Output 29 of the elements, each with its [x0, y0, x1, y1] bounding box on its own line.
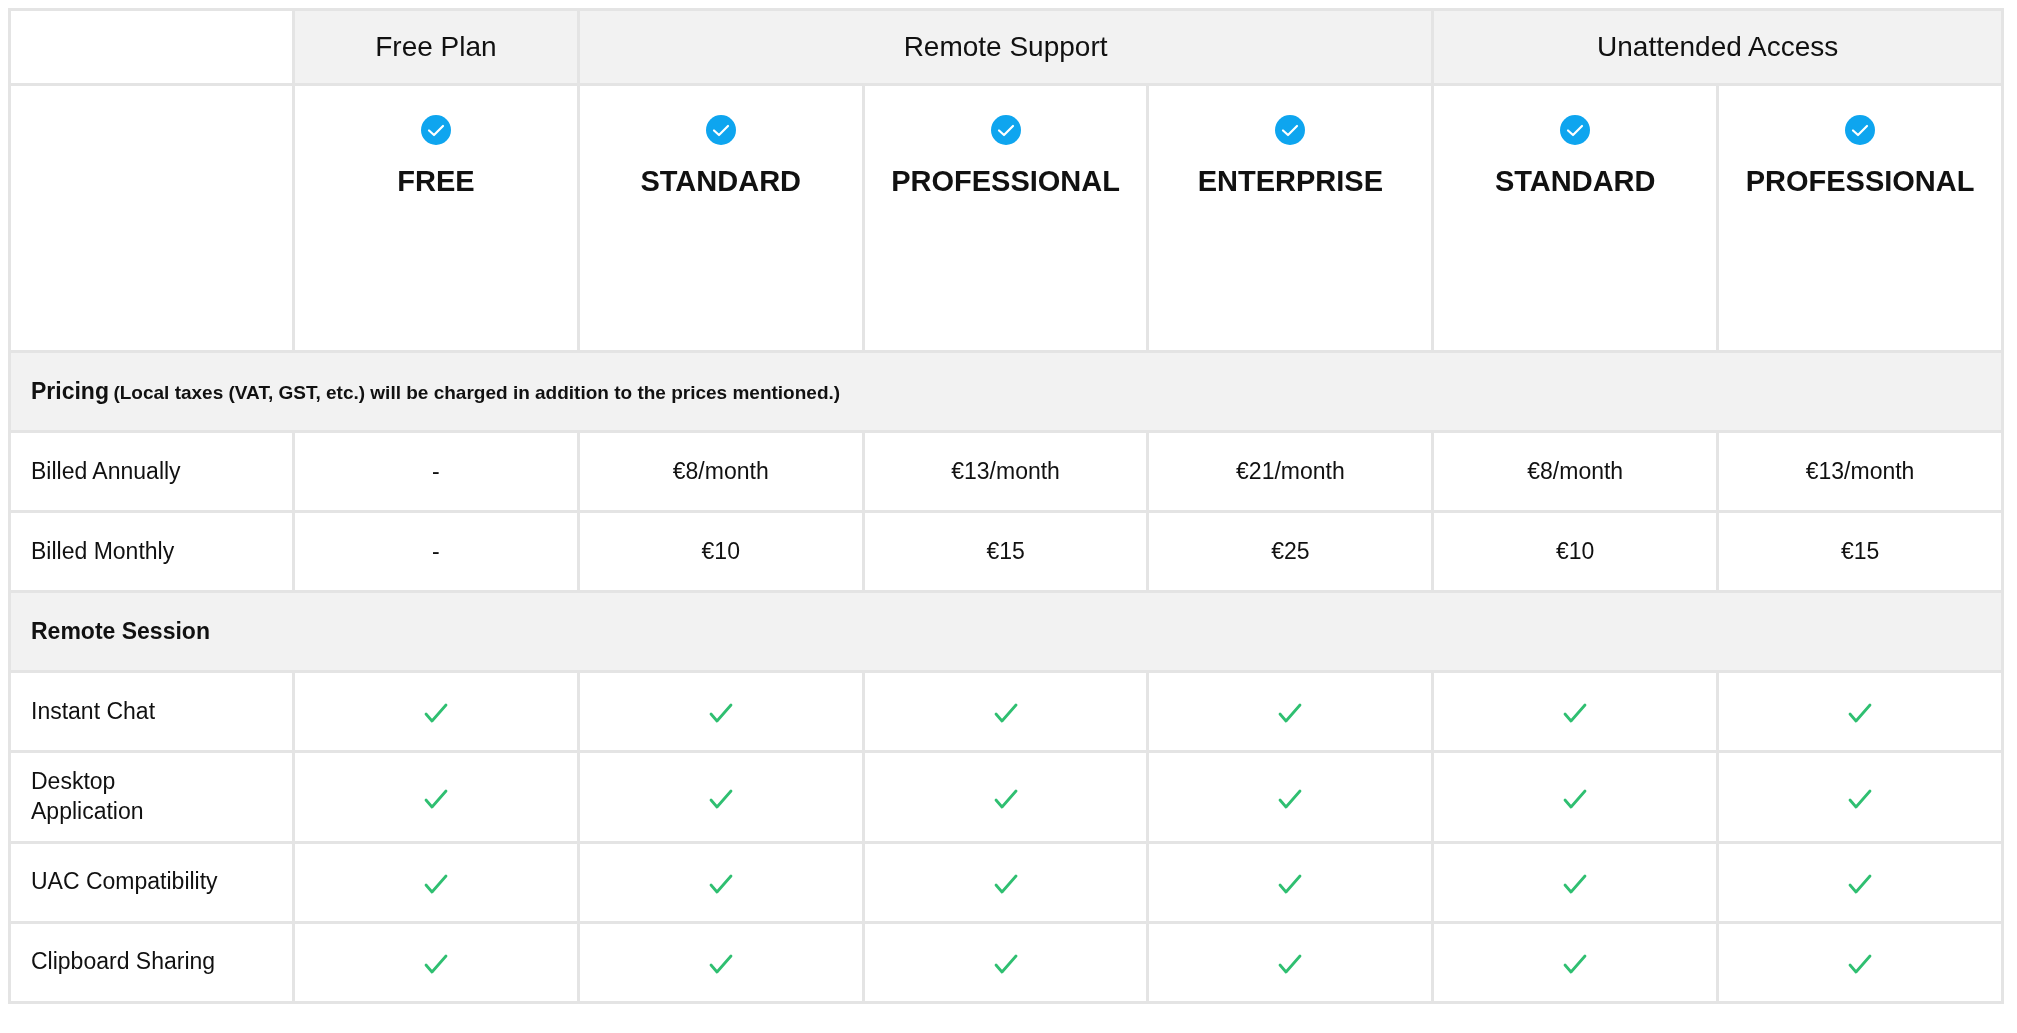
- section-note: (Local taxes (VAT, GST, etc.) will be charged in addition to the prices mentioned.): [113, 382, 841, 404]
- check-circle-icon: [1274, 114, 1307, 146]
- plan-name: STANDARD: [640, 164, 801, 199]
- check-circle-icon: [989, 114, 1022, 146]
- check-circle-icon: [1844, 114, 1877, 146]
- plan-name: STANDARD: [1494, 164, 1656, 199]
- plan-group-header: Remote Support: [578, 9, 1433, 85]
- price-cell: -: [293, 431, 579, 512]
- plan-group-header: Unattended Access: [1432, 9, 2003, 85]
- feature-label: Clipboard Sharing: [9, 922, 294, 1003]
- price-cell: €8/month: [1432, 431, 1718, 512]
- price-cell: €13/month: [863, 431, 1148, 512]
- feature-label: UAC Compatibility: [9, 842, 294, 923]
- feature-label: Billed Annually: [9, 431, 294, 512]
- plan-group-header: Free Plan: [293, 9, 579, 85]
- price-cell: €8/month: [578, 431, 864, 512]
- feature-label: Instant Chat: [9, 671, 294, 752]
- check-circle-icon: [704, 114, 737, 146]
- section-title: Remote Session: [31, 618, 210, 645]
- section-title: Pricing: [31, 378, 109, 405]
- plan-name: PROFESSIONAL: [1745, 164, 1975, 199]
- check-circle-icon: [1559, 114, 1592, 146]
- price-cell: €13/month: [1717, 431, 2003, 512]
- plan-name: ENTERPRISE: [1197, 164, 1384, 199]
- plan-name: PROFESSIONAL: [891, 164, 1120, 199]
- check-circle-icon: [419, 114, 452, 146]
- plan-name: FREE: [397, 164, 475, 199]
- price-cell: €21/month: [1148, 431, 1433, 512]
- feature-label: Desktop Application: [9, 751, 294, 843]
